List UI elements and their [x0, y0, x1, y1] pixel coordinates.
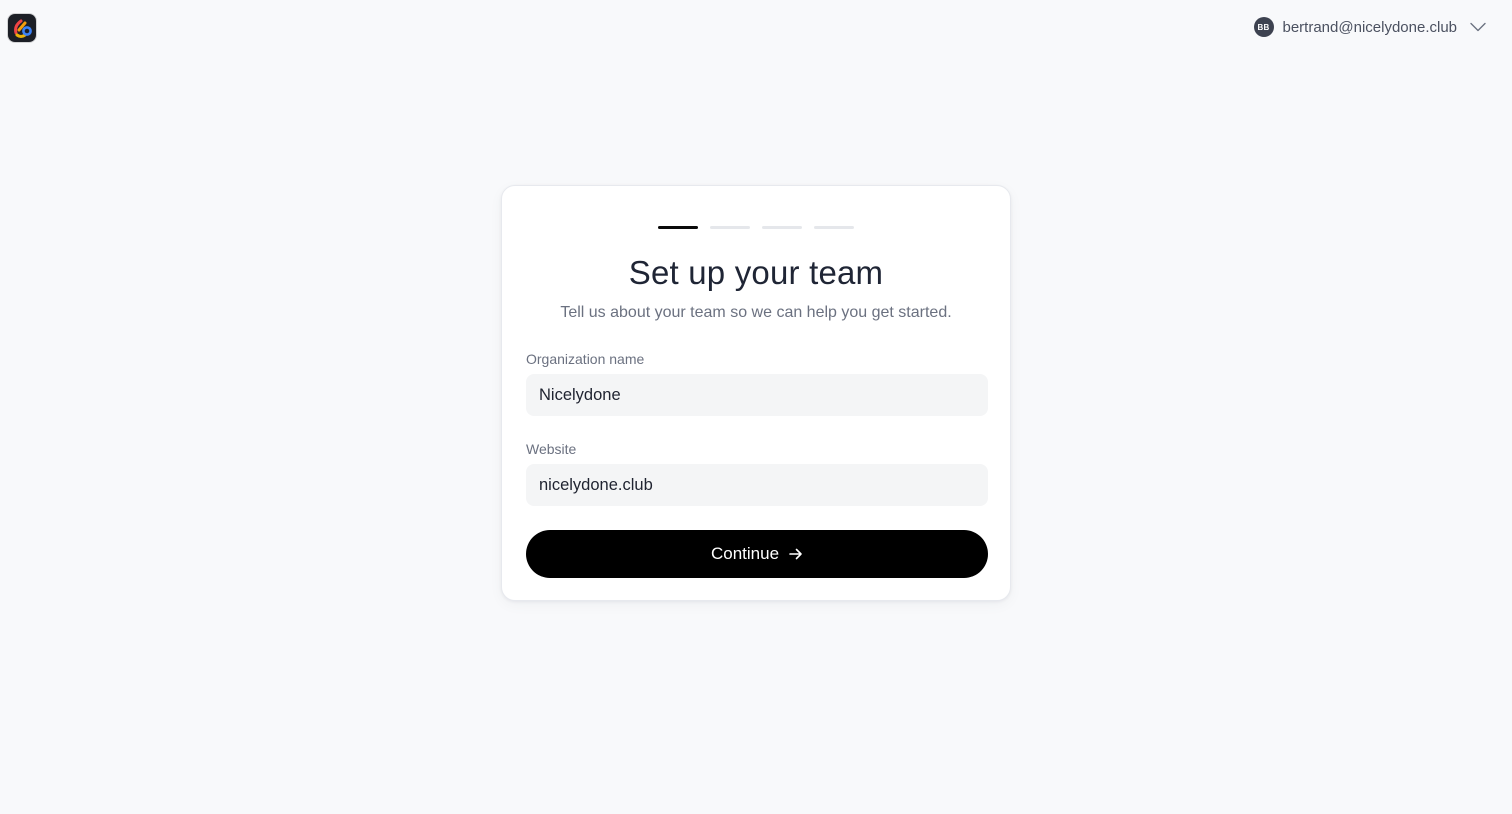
- progress-step-3: [762, 226, 802, 229]
- account-menu[interactable]: BB bertrand@nicelydone.club: [1253, 17, 1487, 37]
- chevron-down-icon[interactable]: [1470, 22, 1486, 32]
- page-subtitle: Tell us about your team so we can help y…: [560, 304, 952, 321]
- website-label: Website: [526, 441, 577, 457]
- progress-step-1: [658, 226, 698, 229]
- setup-team-card: Set up your team Tell us about your team…: [501, 185, 1011, 601]
- app-logo-icon[interactable]: [8, 14, 36, 42]
- arrow-right-icon: [789, 548, 803, 560]
- progress-step-2: [710, 226, 750, 229]
- website-input[interactable]: [526, 464, 988, 506]
- organization-name-input[interactable]: [526, 374, 988, 416]
- avatar: BB: [1253, 17, 1274, 37]
- continue-button-label: Continue: [710, 544, 780, 563]
- continue-button[interactable]: Continue: [526, 530, 988, 578]
- progress-steps: [502, 226, 1010, 229]
- page-title: Set up your team: [628, 254, 884, 291]
- organization-name-label: Organization name: [526, 351, 645, 367]
- progress-step-4: [814, 226, 854, 229]
- account-email: bertrand@nicelydone.club: [1282, 18, 1458, 36]
